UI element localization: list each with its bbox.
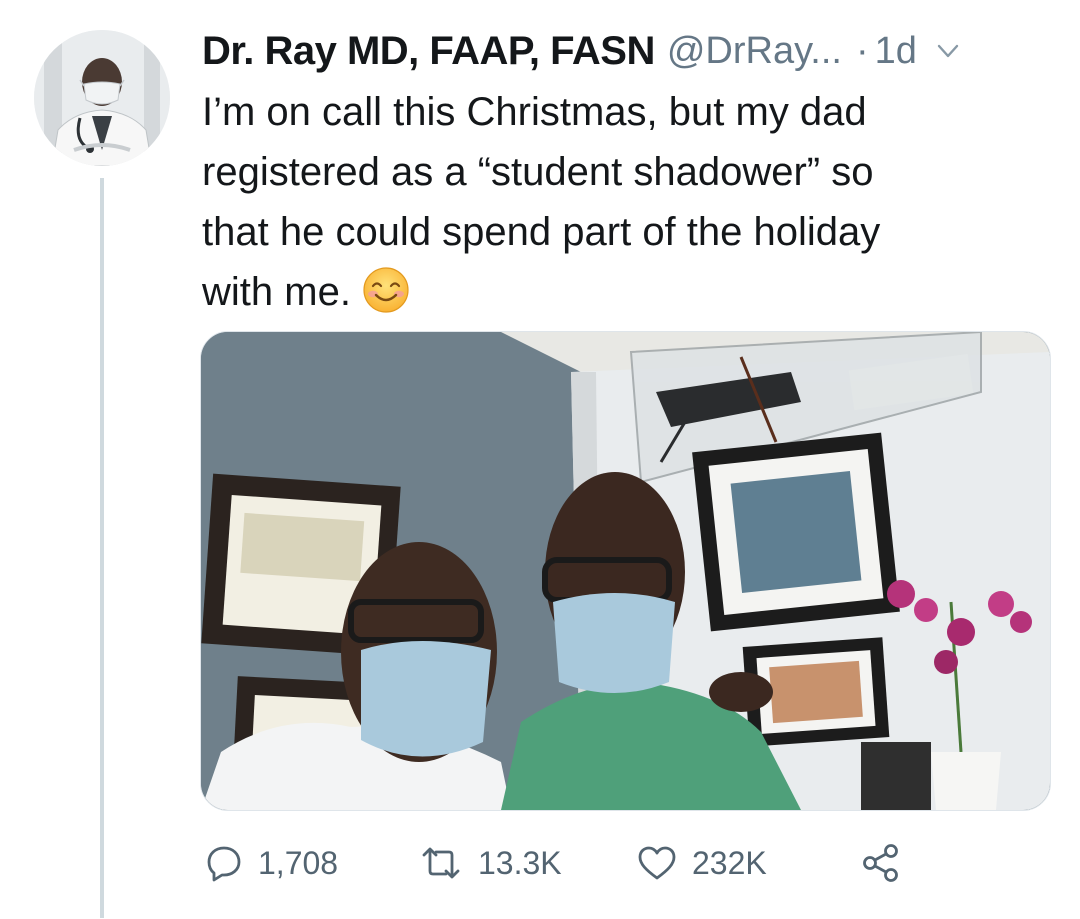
reply-button[interactable]: 1,708 [204,838,338,888]
retweet-button[interactable]: 13.3K [418,838,562,888]
tweet-text-line: registered as a “student shadower” so [202,150,874,194]
tweet-text-line-last: with me. [202,262,1032,322]
photo-illustration [201,332,1050,810]
retweet-icon [422,847,460,879]
like-count: 232K [692,844,767,881]
heart-icon [638,846,676,880]
display-name[interactable]: Dr. Ray MD, FAAP, FASN [202,29,655,74]
retweet-count: 13.3K [478,844,562,881]
chevron-down-icon[interactable] [935,38,961,64]
user-handle[interactable]: @DrRay... [667,30,842,73]
share-button[interactable] [860,838,902,888]
avatar[interactable] [34,30,170,166]
tweet-text-line: with me. [202,270,351,314]
thread-line [100,178,104,918]
smiling-face-emoji-icon [363,267,409,313]
separator-dot: · [855,29,869,72]
like-button[interactable]: 232K [636,838,767,888]
speech-bubble-icon [207,846,241,882]
timestamp[interactable]: 1d [875,30,917,73]
tweet-photo[interactable] [200,331,1051,811]
tweet-text: I’m on call this Christmas, but my dad r… [202,82,1032,322]
tweet-actions: 1,708 13.3K 232K [200,838,920,888]
tweet-text-line: I’m on call this Christmas, but my dad [202,90,867,134]
reply-count: 1,708 [258,844,339,881]
share-icon [863,844,898,882]
avatar-photo [34,30,170,166]
tweet-header: Dr. Ray MD, FAAP, FASN @DrRay... · 1d [202,26,1052,76]
tweet: Dr. Ray MD, FAAP, FASN @DrRay... · 1d I’… [0,0,1080,919]
tweet-text-line: that he could spend part of the holiday [202,210,881,254]
